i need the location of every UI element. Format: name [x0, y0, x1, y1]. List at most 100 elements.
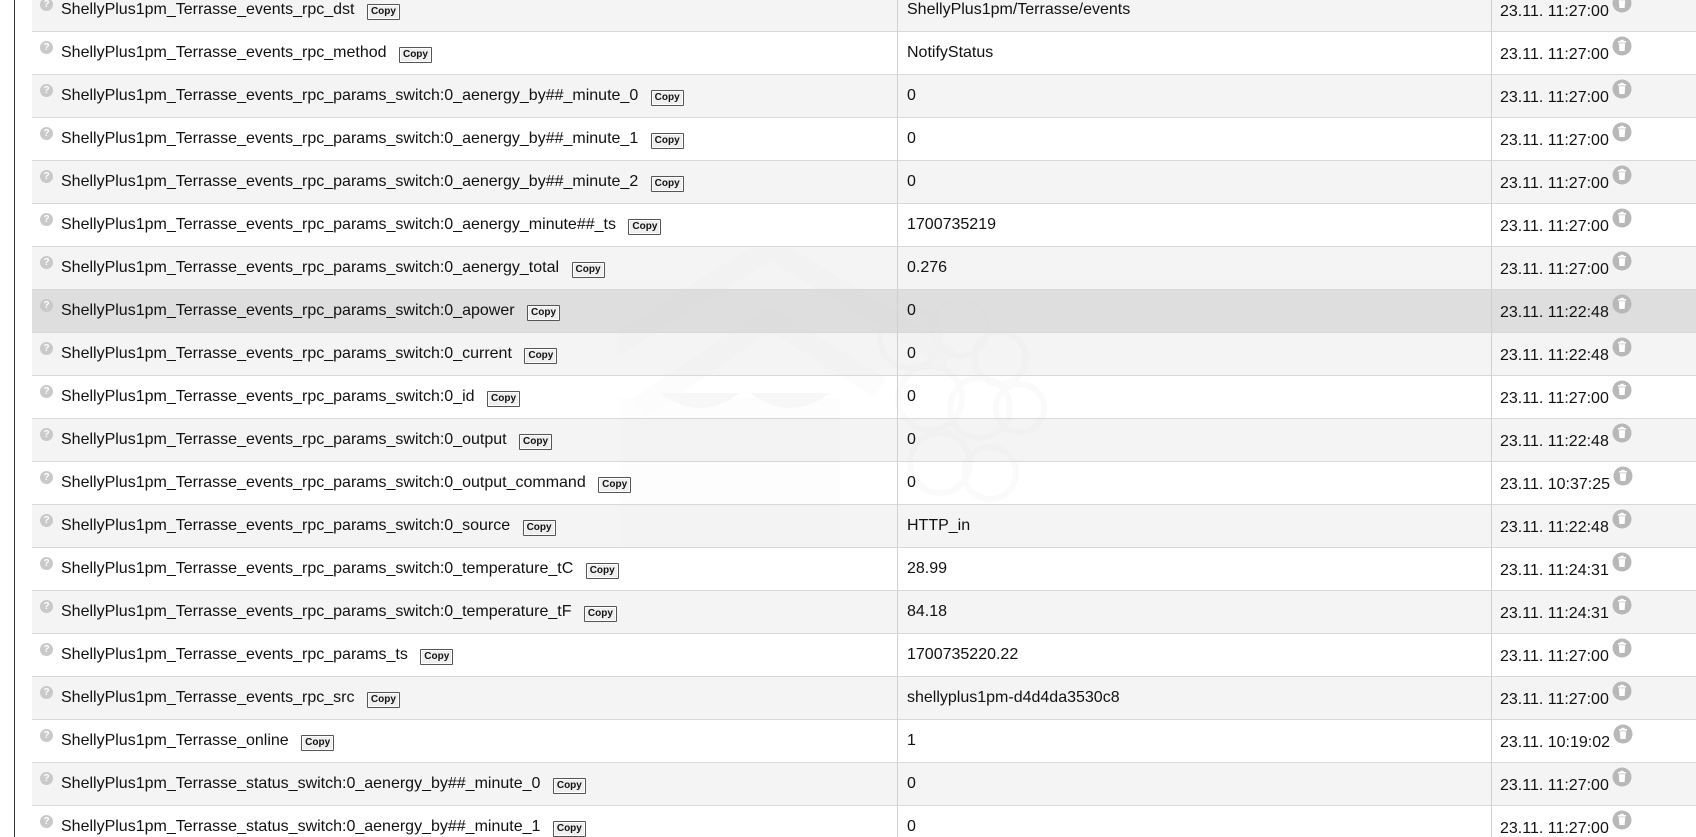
timestamp: 23.11. 11:27:00	[1500, 132, 1609, 149]
timestamp: 23.11. 11:27:00	[1500, 691, 1609, 708]
state-value: 1	[907, 732, 916, 749]
state-value-cell: HTTP_in	[897, 504, 1492, 548]
state-value-cell: 0	[897, 160, 1492, 204]
timestamp-cell: 23.11. 11:22:48	[1491, 289, 1696, 333]
state-name-cell: ? ShellyPlus1pm_Terrasse_status_switch:0…	[32, 805, 898, 837]
help-icon[interactable]: ?	[40, 170, 53, 183]
help-icon[interactable]: ?	[40, 299, 53, 312]
copy-button[interactable]: Copy	[522, 519, 556, 536]
help-icon[interactable]: ?	[40, 127, 53, 140]
trash-icon[interactable]	[1612, 208, 1632, 228]
timestamp-cell: 23.11. 11:22:48	[1491, 332, 1696, 376]
timestamp-cell: 23.11. 11:22:48	[1491, 504, 1696, 548]
help-icon[interactable]: ?	[40, 213, 53, 226]
state-name: ShellyPlus1pm_Terrasse_status_switch:0_a…	[61, 774, 541, 792]
table-row: ? ShellyPlus1pm_Terrasse_events_rpc_src …	[32, 676, 1696, 720]
help-icon[interactable]: ?	[40, 514, 53, 527]
trash-icon[interactable]	[1612, 251, 1632, 271]
trash-icon[interactable]	[1612, 810, 1632, 830]
trash-icon[interactable]	[1613, 466, 1633, 486]
copy-button[interactable]: Copy	[598, 476, 632, 493]
table-row: ? ShellyPlus1pm_Terrasse_events_rpc_dst …	[32, 0, 1696, 32]
help-icon[interactable]: ?	[40, 557, 53, 570]
copy-button[interactable]: Copy	[487, 390, 520, 407]
state-value-cell: 0	[897, 74, 1492, 118]
help-icon[interactable]: ?	[40, 600, 53, 613]
trash-icon[interactable]	[1612, 36, 1632, 56]
timestamp: 23.11. 11:27:00	[1500, 777, 1609, 794]
trash-icon[interactable]	[1612, 552, 1632, 572]
trash-icon[interactable]	[1612, 380, 1632, 400]
trash-icon[interactable]	[1613, 724, 1633, 744]
state-name: ShellyPlus1pm_Terrasse_events_rpc_dst	[61, 0, 355, 18]
help-icon[interactable]: ?	[40, 471, 53, 484]
copy-button[interactable]: Copy	[650, 89, 684, 106]
copy-button[interactable]: Copy	[552, 777, 586, 794]
timestamp: 23.11. 11:27:00	[1500, 390, 1609, 407]
help-icon[interactable]: ?	[40, 428, 53, 441]
trash-icon[interactable]	[1612, 509, 1632, 529]
help-icon[interactable]: ?	[40, 84, 53, 97]
state-name-cell: ? ShellyPlus1pm_Terrasse_status_switch:0…	[32, 762, 898, 806]
state-name: ShellyPlus1pm_Terrasse_events_rpc_params…	[61, 129, 639, 147]
copy-button[interactable]: Copy	[524, 347, 558, 364]
trash-icon[interactable]	[1612, 122, 1632, 142]
state-name-cell: ? ShellyPlus1pm_Terrasse_events_rpc_meth…	[32, 31, 898, 75]
help-icon[interactable]: ?	[40, 772, 53, 785]
state-value: 0	[907, 345, 916, 362]
copy-button[interactable]: Copy	[552, 820, 586, 837]
help-icon[interactable]: ?	[40, 41, 53, 54]
state-name-cell: ? ShellyPlus1pm_Terrasse_events_rpc_para…	[32, 332, 898, 376]
trash-icon[interactable]	[1612, 165, 1632, 185]
copy-button[interactable]: Copy	[398, 46, 432, 63]
help-icon[interactable]: ?	[40, 815, 53, 828]
copy-button[interactable]: Copy	[628, 218, 662, 235]
state-name: ShellyPlus1pm_Terrasse_events_rpc_params…	[61, 473, 586, 491]
timestamp-cell: 23.11. 11:27:00	[1491, 160, 1696, 204]
timestamp-cell: 23.11. 11:24:31	[1491, 590, 1696, 634]
state-name: ShellyPlus1pm_Terrasse_events_rpc_params…	[61, 258, 560, 276]
help-icon[interactable]: ?	[40, 643, 53, 656]
copy-button[interactable]: Copy	[366, 691, 400, 708]
trash-icon[interactable]	[1612, 0, 1632, 13]
copy-button[interactable]: Copy	[650, 132, 684, 149]
state-value: 1700735219	[907, 216, 996, 233]
state-name-cell: ? ShellyPlus1pm_Terrasse_events_rpc_para…	[32, 418, 898, 462]
help-icon[interactable]: ?	[40, 729, 53, 742]
help-icon[interactable]: ?	[40, 385, 53, 398]
state-value-cell: 1700735219	[897, 203, 1492, 247]
copy-button[interactable]: Copy	[301, 734, 335, 751]
state-value: 1700735220.22	[907, 646, 1019, 663]
copy-button[interactable]: Copy	[527, 304, 561, 321]
copy-button[interactable]: Copy	[366, 3, 400, 20]
trash-icon[interactable]	[1612, 423, 1632, 443]
state-value-cell: 0	[897, 117, 1492, 161]
trash-icon[interactable]	[1612, 638, 1632, 658]
copy-button[interactable]: Copy	[585, 562, 619, 579]
timestamp-cell: 23.11. 11:24:31	[1491, 547, 1696, 591]
copy-button[interactable]: Copy	[420, 648, 454, 665]
state-value: 28.99	[907, 560, 948, 577]
help-icon[interactable]: ?	[40, 342, 53, 355]
timestamp: 23.11. 11:27:00	[1500, 648, 1609, 665]
trash-icon[interactable]	[1612, 294, 1632, 314]
timestamp-cell: 23.11. 11:27:00	[1491, 633, 1696, 677]
state-name-cell: ? ShellyPlus1pm_Terrasse_events_rpc_para…	[32, 504, 898, 548]
trash-icon[interactable]	[1612, 681, 1632, 701]
help-icon[interactable]: ?	[40, 686, 53, 699]
copy-button[interactable]: Copy	[583, 605, 617, 622]
trash-icon[interactable]	[1612, 767, 1632, 787]
timestamp: 23.11. 11:27:00	[1500, 261, 1609, 278]
table-row: ? ShellyPlus1pm_Terrasse_events_rpc_para…	[32, 289, 1696, 333]
copy-button[interactable]: Copy	[650, 175, 684, 192]
help-icon[interactable]: ?	[40, 0, 53, 11]
trash-icon[interactable]	[1612, 337, 1632, 357]
trash-icon[interactable]	[1612, 79, 1632, 99]
copy-button[interactable]: Copy	[571, 261, 605, 278]
copy-button[interactable]: Copy	[519, 433, 553, 450]
timestamp: 23.11. 11:22:48	[1500, 519, 1609, 536]
help-icon[interactable]: ?	[40, 256, 53, 269]
trash-icon[interactable]	[1612, 595, 1632, 615]
state-value: 0	[907, 302, 916, 319]
table-row: ? ShellyPlus1pm_Terrasse_events_rpc_para…	[32, 332, 1696, 376]
